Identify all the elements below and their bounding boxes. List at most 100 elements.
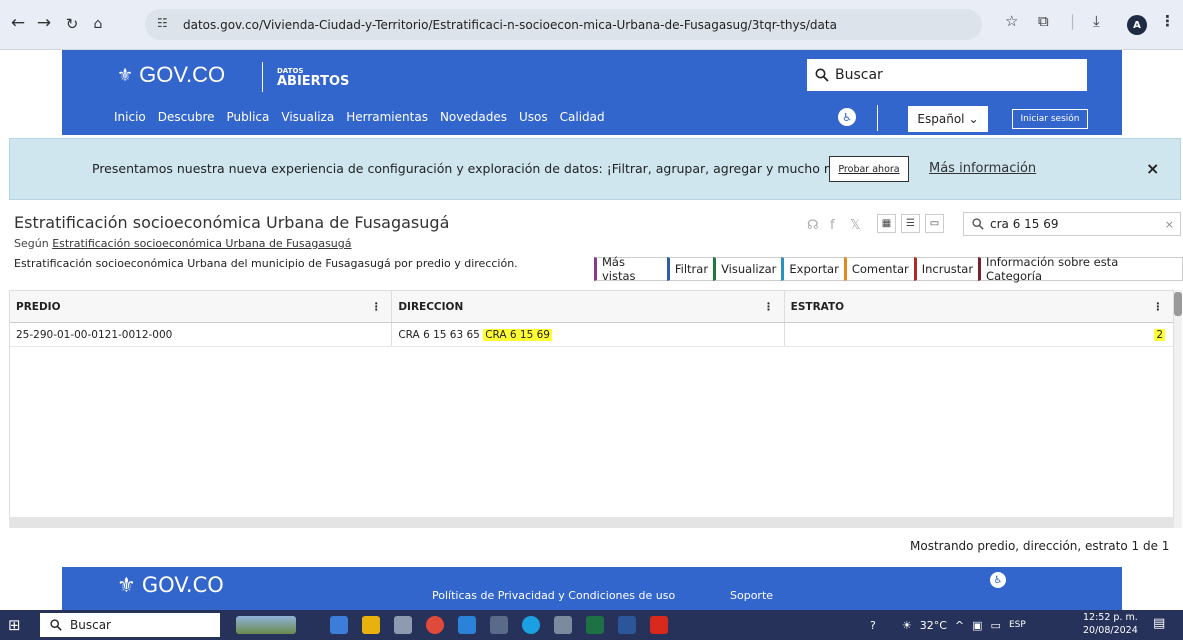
announcement-banner: Presentamos nuestra nueva experiencia de… bbox=[9, 138, 1181, 200]
banner-text: Presentamos nuestra nueva experiencia de… bbox=[92, 161, 856, 176]
try-now-button[interactable]: Probar ahora bbox=[829, 156, 909, 182]
filter-button[interactable]: Filtrar bbox=[666, 257, 715, 281]
accessibility-icon[interactable]: ♿ bbox=[838, 108, 856, 126]
site-info-icon[interactable]: ☷ bbox=[157, 16, 175, 34]
excel-icon[interactable] bbox=[586, 616, 604, 634]
export-button[interactable]: Exportar bbox=[781, 257, 845, 281]
toolbar-divider: | bbox=[1070, 12, 1076, 30]
facebook-icon[interactable]: f bbox=[830, 218, 835, 233]
dataset-title: Estratificación socioeconómica Urbana de… bbox=[14, 213, 450, 232]
dataset-search-input[interactable]: cra 6 15 69 × bbox=[963, 212, 1181, 236]
language-select[interactable]: Español ⌄ bbox=[908, 106, 988, 132]
embed-button[interactable]: Incrustar bbox=[913, 257, 980, 281]
clock[interactable]: 12:52 p. m. 20/08/2024 bbox=[1083, 611, 1138, 637]
menu-item-publica[interactable]: Publica bbox=[227, 110, 270, 124]
accessibility-icon[interactable]: ♿ bbox=[990, 572, 1006, 588]
forward-icon[interactable]: → bbox=[32, 13, 56, 33]
footer-govco-logo[interactable]: ⚜ GOV.CO bbox=[117, 573, 224, 597]
column-header-direccion[interactable]: DIRECCION ⋮ bbox=[392, 291, 785, 322]
extensions-icon[interactable]: ⧉ bbox=[1038, 12, 1049, 30]
app-icon[interactable] bbox=[394, 616, 412, 634]
taskbar-search-label: Buscar bbox=[70, 618, 111, 632]
windows-start-icon[interactable]: ⊞ bbox=[8, 616, 26, 634]
address-bar[interactable]: ☷ datos.gov.co/Vivienda-Ciudad-y-Territo… bbox=[145, 9, 982, 40]
back-icon[interactable]: ← bbox=[6, 13, 30, 33]
copilot-icon[interactable] bbox=[330, 616, 348, 634]
menu-item-novedades[interactable]: Novedades bbox=[440, 110, 507, 124]
acrobat-icon[interactable] bbox=[650, 616, 668, 634]
column-label: PREDIO bbox=[16, 300, 61, 313]
network-icon[interactable]: ▣ bbox=[972, 619, 982, 632]
more-menu-icon[interactable]: ⋮ bbox=[1160, 12, 1175, 30]
scrollbar-thumb[interactable] bbox=[1174, 292, 1182, 316]
source-link[interactable]: Estratificación socioeconómica Urbana de… bbox=[52, 237, 351, 250]
table-header: PREDIO ⋮ DIRECCION ⋮ ESTRATO ⋮ bbox=[10, 291, 1173, 323]
menu-item-visualiza[interactable]: Visualiza bbox=[281, 110, 334, 124]
chevron-down-icon: ⌄ bbox=[968, 112, 979, 126]
weather-icon[interactable]: ☀ bbox=[902, 619, 912, 632]
datos-abiertos-logo[interactable]: DATOS ABIERTOS bbox=[277, 68, 349, 89]
help-icon[interactable]: ? bbox=[870, 619, 876, 632]
temperature-label: 32°C bbox=[919, 618, 947, 632]
login-button[interactable]: Iniciar sesión bbox=[1012, 109, 1088, 129]
category-info-button[interactable]: Información sobre esta Categoría bbox=[978, 255, 1183, 283]
column-label: ESTRATO bbox=[790, 300, 845, 313]
url-text: datos.gov.co/Vivienda-Ciudad-y-Territori… bbox=[183, 17, 837, 32]
direccion-text: CRA 6 15 63 65 bbox=[398, 328, 484, 341]
column-menu-icon[interactable]: ⋮ bbox=[1153, 301, 1164, 313]
table-row[interactable]: 25-290-01-00-0121-0012-000 CRA 6 15 63 6… bbox=[10, 323, 1173, 347]
vertical-scrollbar[interactable] bbox=[1174, 290, 1182, 528]
input-language[interactable]: ESP bbox=[1009, 620, 1026, 630]
camera-icon[interactable] bbox=[490, 616, 508, 634]
menu-item-inicio[interactable]: Inicio bbox=[114, 110, 146, 124]
horizontal-scrollbar[interactable] bbox=[9, 517, 1174, 528]
comment-button[interactable]: Comentar bbox=[843, 257, 915, 281]
windows-taskbar: ⊞ Buscar ? ☀ 32°C ^ ▣ ▭ ESP 12:52 p. m. … bbox=[0, 610, 1183, 640]
column-header-estrato[interactable]: ESTRATO ⋮ bbox=[785, 291, 1173, 322]
edge-icon[interactable] bbox=[522, 616, 540, 634]
word-icon[interactable] bbox=[618, 616, 636, 634]
clock-date: 20/08/2024 bbox=[1083, 625, 1138, 636]
support-link[interactable]: Soporte bbox=[730, 589, 773, 602]
home-icon[interactable]: ⌂ bbox=[86, 16, 110, 32]
menu-item-descubre[interactable]: Descubre bbox=[158, 110, 215, 124]
calculator-icon[interactable] bbox=[554, 616, 572, 634]
header-divider bbox=[262, 62, 263, 92]
reload-icon[interactable]: ↻ bbox=[60, 15, 84, 33]
most-viewed-button[interactable]: Más vistas bbox=[594, 255, 668, 283]
column-header-predio[interactable]: PREDIO ⋮ bbox=[10, 291, 393, 322]
chevron-up-icon[interactable]: ^ bbox=[955, 619, 964, 632]
bookmark-star-icon[interactable]: ☆ bbox=[1005, 12, 1018, 30]
menu-item-calidad[interactable]: Calidad bbox=[560, 110, 605, 124]
site-header: ⚜ GOV.CO DATOS ABIERTOS Buscar Inicio De… bbox=[62, 50, 1122, 135]
column-menu-icon[interactable]: ⋮ bbox=[763, 301, 774, 313]
rows-view-icon[interactable]: ☰ bbox=[901, 214, 920, 233]
table-view-icon[interactable]: ▦ bbox=[877, 214, 896, 233]
mail-icon[interactable] bbox=[458, 616, 476, 634]
privacy-link[interactable]: Políticas de Privacidad y Condiciones de… bbox=[432, 589, 675, 602]
close-icon[interactable]: × bbox=[1146, 159, 1159, 178]
chrome-icon[interactable] bbox=[426, 616, 444, 634]
visualize-button[interactable]: Visualizar bbox=[713, 257, 783, 281]
notification-icon[interactable]: ▤ bbox=[1153, 616, 1171, 634]
clock-time: 12:52 p. m. bbox=[1083, 612, 1138, 623]
menu-item-usos[interactable]: Usos bbox=[519, 110, 548, 124]
search-placeholder: Buscar bbox=[835, 67, 883, 83]
file-explorer-icon[interactable] bbox=[362, 616, 380, 634]
rss-icon[interactable]: ☊ bbox=[807, 218, 819, 233]
battery-icon[interactable]: ▭ bbox=[991, 619, 1001, 632]
widgets-landscape-icon[interactable] bbox=[236, 616, 296, 634]
more-info-link[interactable]: Más información bbox=[929, 161, 1036, 176]
clear-search-icon[interactable]: × bbox=[1165, 218, 1174, 231]
download-icon[interactable]: ⤓ bbox=[1093, 12, 1100, 30]
x-twitter-icon[interactable]: 𝕏 bbox=[850, 218, 860, 233]
menu-item-herramientas[interactable]: Herramientas bbox=[346, 110, 428, 124]
search-highlight: CRA 6 15 69 bbox=[483, 328, 552, 341]
column-menu-icon[interactable]: ⋮ bbox=[371, 301, 382, 313]
profile-avatar[interactable]: A bbox=[1127, 15, 1147, 35]
site-search-input[interactable]: Buscar bbox=[807, 59, 1087, 91]
row-count-status: Mostrando predio, dirección, estrato 1 d… bbox=[910, 539, 1170, 553]
govco-logo[interactable]: ⚜ GOV.CO bbox=[117, 62, 225, 88]
single-view-icon[interactable]: ▭ bbox=[925, 214, 944, 233]
taskbar-search-input[interactable]: Buscar bbox=[40, 613, 220, 637]
